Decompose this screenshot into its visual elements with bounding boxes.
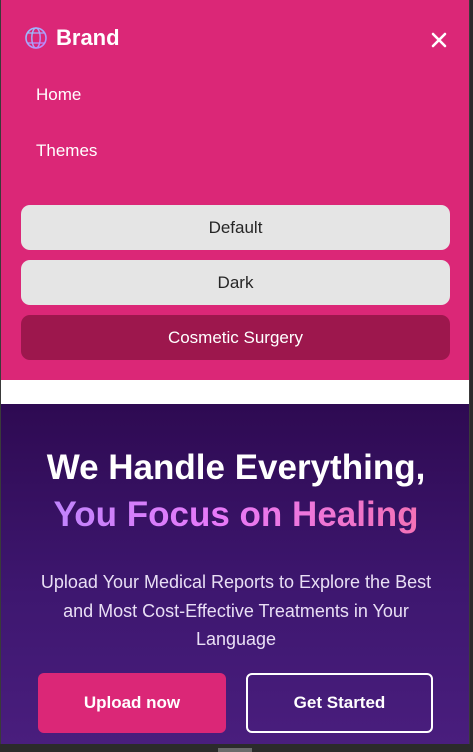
nav-link-themes[interactable]: Themes	[36, 140, 97, 162]
hero-headline: We Handle Everything,	[46, 448, 426, 487]
hero-subtitle: Upload Your Medical Reports to Explore t…	[40, 572, 432, 649]
hero-headline-accent-text: You Focus on Healing	[53, 495, 419, 534]
get-started-button[interactable]: Get Started	[246, 673, 433, 733]
theme-option-cosmetic-surgery[interactable]: Cosmetic Surgery	[21, 315, 450, 360]
brand-name: Brand	[56, 25, 120, 50]
mobile-viewport: Brand Home Themes Default Dark Cosmetic …	[0, 0, 470, 752]
hero-headline-accent: You Focus on Healing	[1, 493, 469, 537]
upload-now-button[interactable]: Upload now	[38, 673, 226, 733]
close-menu-button[interactable]	[427, 28, 451, 52]
nav-link-home[interactable]: Home	[36, 84, 81, 106]
scroll-indicator	[218, 748, 252, 752]
hero-section: We Handle Everything, You Focus on Heali…	[1, 404, 469, 752]
brand-logo[interactable]: Brand	[24, 24, 120, 52]
theme-option-default[interactable]: Default	[21, 205, 450, 250]
globe-icon	[25, 27, 47, 49]
close-icon	[431, 32, 447, 48]
mobile-nav-menu: Brand Home Themes Default Dark Cosmetic …	[1, 0, 469, 380]
theme-option-dark[interactable]: Dark	[21, 260, 450, 305]
